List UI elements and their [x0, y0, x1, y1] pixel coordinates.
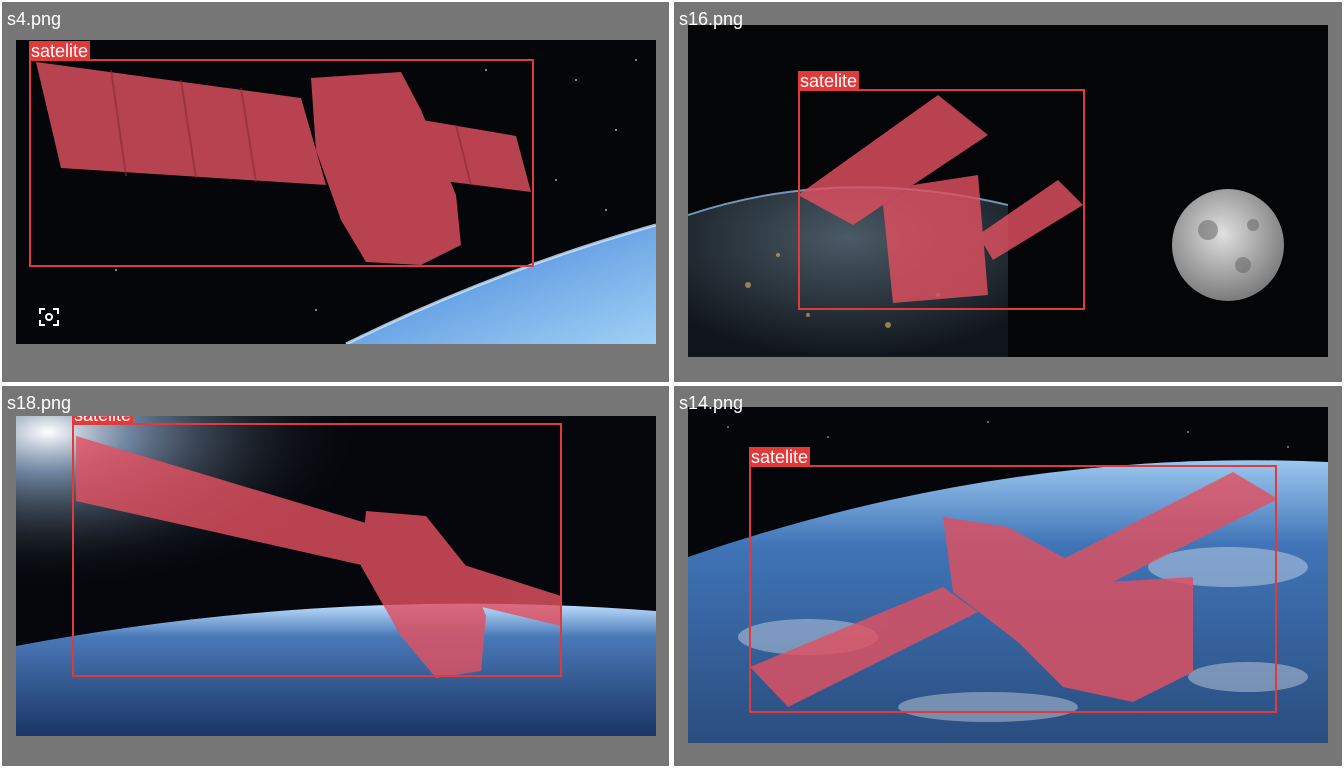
tile-image[interactable]: satelite [16, 40, 656, 344]
detection-label: satelite [29, 41, 91, 61]
tile-filename: s18.png [7, 393, 72, 413]
tile-s18: s18.png [2, 386, 669, 766]
tile-s16: s16.png satelite [674, 2, 1342, 382]
tile-s14: s14.png satelite [674, 386, 1342, 766]
detection-label: satelite [72, 416, 134, 425]
detection-label: satelite [798, 71, 860, 91]
detection-box: satelite [72, 416, 562, 677]
tile-filename: s14.png [679, 393, 744, 413]
tile-filename: s16.png [679, 9, 744, 29]
detection-box: satelite [29, 41, 534, 267]
detection-box: satelite [749, 447, 1277, 713]
detection-label: satelite [749, 447, 811, 467]
detection-box: satelite [798, 71, 1085, 310]
tile-image[interactable]: satelite [16, 416, 656, 736]
google-lens-icon[interactable] [38, 306, 60, 328]
tile-image[interactable]: satelite [688, 407, 1328, 743]
tile-filename: s4.png [7, 9, 62, 29]
tile-s4: s4.png satelite [2, 2, 669, 382]
tile-image[interactable]: satelite [688, 25, 1328, 357]
